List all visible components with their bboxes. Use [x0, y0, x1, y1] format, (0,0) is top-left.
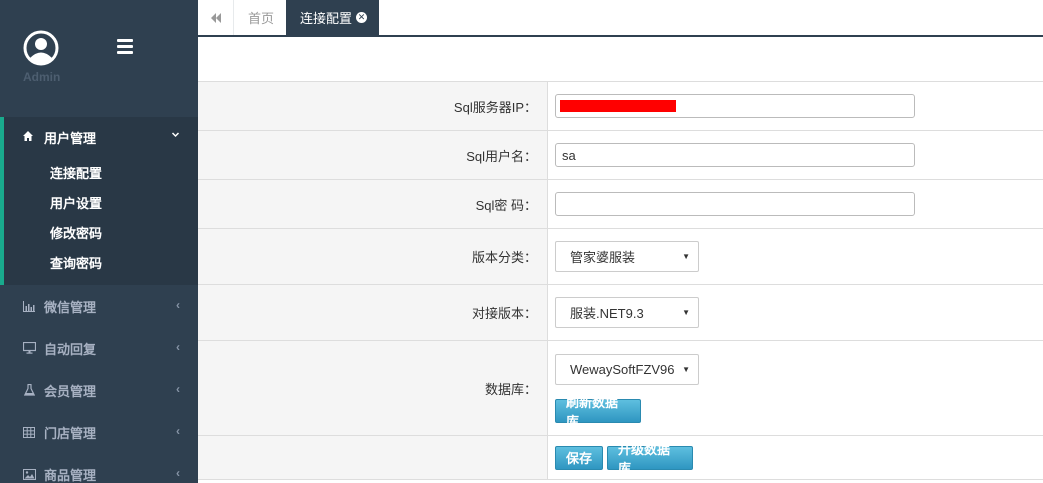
refresh-database-button[interactable]: 刷新数据库 — [555, 395, 641, 429]
username-label: Sql用户名： — [198, 131, 548, 179]
form-row-database: 数据库： WewaySoftFZV96 ▼ 刷新数据库 — [198, 341, 1043, 436]
version-category-label: 版本分类： — [198, 229, 548, 284]
form-row-actions: 保存 升级数据库 — [198, 436, 1043, 480]
tab-label: 连接配置 — [300, 11, 353, 26]
sidebar-subitem-user-settings[interactable]: 用户设置 — [22, 187, 198, 217]
form-row-username: Sql用户名： sa — [198, 131, 1043, 180]
tab-bar: 首页 连接配置 ✕ — [198, 0, 1043, 37]
sidebar-subitem-label: 修改密码 — [50, 225, 103, 241]
username-input[interactable]: sa — [555, 143, 915, 167]
actions-label-cell — [198, 436, 548, 479]
sidebar-subitem-change-password[interactable]: 修改密码 — [22, 217, 198, 247]
user-avatar-icon[interactable] — [23, 30, 59, 66]
password-input[interactable] — [555, 192, 915, 216]
tab-connection-config[interactable]: 连接配置 ✕ — [286, 0, 380, 35]
app-window: Admin 用户管理 连接配置 用户设置 修改密码 查询密码 微信管理 ‹ 自动… — [0, 0, 1043, 483]
sidebar-group-user-management: 用户管理 连接配置 用户设置 修改密码 查询密码 — [0, 117, 198, 285]
sidebar-subitem-query-password[interactable]: 查询密码 — [22, 247, 198, 277]
sidebar-item-label: 会员管理 — [44, 383, 97, 399]
select-value: 服装.NET9.3 — [570, 306, 644, 321]
chevron-left-icon: ‹ — [176, 298, 180, 312]
close-icon[interactable]: ✕ — [356, 12, 368, 23]
sidebar-item-stores[interactable]: 门店管理 ‹ — [0, 411, 198, 453]
sidebar-item-label: 用户管理 — [44, 130, 97, 146]
sidebar-submenu: 连接配置 用户设置 修改密码 查询密码 — [22, 157, 198, 285]
tab-home[interactable]: 首页 — [234, 0, 290, 35]
double-chevron-left-icon — [210, 12, 221, 23]
caret-down-icon: ▼ — [682, 364, 690, 374]
caret-down-icon: ▼ — [682, 252, 690, 261]
select-value: 管家婆服装 — [570, 250, 636, 265]
tab-scroll-left-button[interactable] — [198, 0, 234, 35]
sidebar-item-products[interactable]: 商品管理 ‹ — [0, 453, 198, 483]
target-version-select[interactable]: 服装.NET9.3 ▼ — [555, 297, 699, 328]
target-version-label: 对接版本： — [198, 285, 548, 340]
monitor-icon — [22, 341, 36, 355]
sidebar-item-label: 门店管理 — [44, 425, 97, 441]
chevron-left-icon: ‹ — [176, 382, 180, 396]
chevron-down-icon — [171, 130, 180, 142]
table-icon — [22, 425, 36, 439]
database-label: 数据库： — [198, 341, 548, 435]
form-row-target-version: 对接版本： 服装.NET9.3 ▼ — [198, 285, 1043, 341]
sidebar-subitem-connection-config[interactable]: 连接配置 — [22, 157, 198, 187]
sidebar-nav: 用户管理 连接配置 用户设置 修改密码 查询密码 微信管理 ‹ 自动回复 ‹ 会… — [0, 117, 198, 483]
home-icon — [22, 130, 36, 144]
sidebar: Admin 用户管理 连接配置 用户设置 修改密码 查询密码 微信管理 ‹ 自动… — [0, 0, 198, 483]
bar-chart-icon — [22, 299, 36, 313]
sidebar-item-user-management[interactable]: 用户管理 — [22, 117, 198, 157]
picture-icon — [22, 467, 36, 481]
save-button[interactable]: 保存 — [555, 445, 603, 470]
sidebar-item-label: 自动回复 — [44, 341, 97, 357]
sidebar-item-members[interactable]: 会员管理 ‹ — [0, 369, 198, 411]
caret-down-icon: ▼ — [682, 308, 690, 317]
form-row-password: Sql密 码： — [198, 180, 1043, 229]
form-row-server-ip: Sql服务器IP： — [198, 82, 1043, 131]
sidebar-item-wechat[interactable]: 微信管理 ‹ — [0, 285, 198, 327]
chevron-left-icon: ‹ — [176, 340, 180, 354]
sidebar-item-label: 微信管理 — [44, 299, 97, 315]
sidebar-subitem-label: 查询密码 — [50, 255, 103, 271]
password-label: Sql密 码： — [198, 180, 548, 228]
sidebar-item-label: 商品管理 — [44, 467, 97, 483]
tab-label: 首页 — [248, 11, 275, 26]
menu-toggle-icon[interactable] — [117, 39, 133, 55]
form-row-version-category: 版本分类： 管家婆服装 ▼ — [198, 229, 1043, 285]
main-content: Sql服务器IP： Sql用户名： sa Sql密 码： 版本分类： 管家婆服装… — [198, 37, 1043, 483]
upgrade-database-button[interactable]: 升级数据库 — [607, 442, 693, 476]
server-ip-label: Sql服务器IP： — [198, 82, 548, 130]
sidebar-subitem-label: 连接配置 — [50, 165, 103, 181]
database-select[interactable]: WewaySoftFZV96 ▼ — [555, 353, 699, 385]
sidebar-subitem-label: 用户设置 — [50, 195, 103, 211]
chevron-left-icon: ‹ — [176, 466, 180, 480]
select-value: WewaySoftFZV96 — [570, 361, 675, 377]
user-name: Admin — [23, 70, 61, 84]
sidebar-item-auto-reply[interactable]: 自动回复 ‹ — [0, 327, 198, 369]
server-ip-input[interactable] — [555, 94, 915, 118]
connection-config-form: Sql服务器IP： Sql用户名： sa Sql密 码： 版本分类： 管家婆服装… — [198, 81, 1043, 480]
redacted-value — [560, 100, 676, 112]
version-category-select[interactable]: 管家婆服装 ▼ — [555, 241, 699, 272]
profile-area: Admin — [0, 0, 198, 117]
flask-icon — [22, 383, 36, 397]
chevron-left-icon: ‹ — [176, 424, 180, 438]
